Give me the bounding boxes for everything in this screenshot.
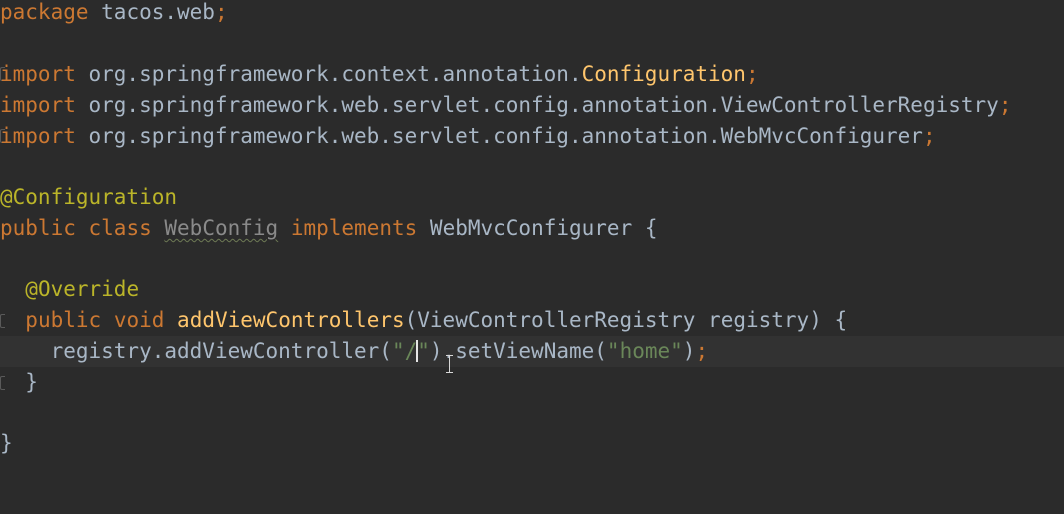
code-line-method-declaration[interactable]: public void addViewControllers(ViewContr…: [0, 305, 1064, 336]
code-line-annotation-override[interactable]: @Override: [0, 274, 1064, 305]
annotation-override: @Override: [25, 277, 140, 301]
body-call-mid: ).setViewName(: [429, 339, 607, 363]
interface-name: WebMvcConfigurer {: [417, 216, 658, 240]
code-editor[interactable]: package tacos.web; import org.springfram…: [0, 0, 1064, 514]
body-call-start: registry.addViewController(: [50, 339, 392, 363]
code-line-annotation-configuration[interactable]: @Configuration: [0, 182, 1064, 213]
view-name-string: "home": [606, 339, 683, 363]
annotation-configuration: @Configuration: [0, 185, 178, 209]
import-class: Configuration: [581, 62, 746, 86]
code-line-package[interactable]: package tacos.web;: [0, 0, 1064, 28]
semicolon: ;: [998, 93, 1012, 117]
method-params: (ViewControllerRegistry registry) {: [404, 308, 848, 332]
semicolon: ;: [922, 124, 936, 148]
keyword-class: class: [88, 216, 152, 240]
keyword-package: package: [0, 0, 89, 24]
path-string-close: ": [417, 339, 430, 363]
code-line-import-1[interactable]: import org.springframework.context.annot…: [0, 59, 1064, 90]
semicolon: ;: [745, 62, 759, 86]
body-call-end: ): [682, 339, 696, 363]
code-line-class-close[interactable]: }: [0, 428, 1064, 459]
import-path: org.springframework.web.servlet.config.a…: [75, 93, 999, 117]
package-name: tacos.web: [88, 0, 215, 24]
code-line-method-body[interactable]: registry.addViewController("/").setViewN…: [0, 336, 1064, 367]
keyword-import: import: [0, 62, 76, 86]
text-cursor-ibeam-icon: [445, 354, 455, 374]
method-name: addViewControllers: [177, 308, 405, 332]
class-name[interactable]: WebConfig: [164, 216, 278, 240]
close-brace: }: [25, 370, 38, 394]
keyword-public: public: [25, 308, 102, 332]
close-brace: }: [0, 431, 13, 455]
semicolon: ;: [695, 339, 709, 363]
code-line-class-declaration[interactable]: public class WebConfig implements WebMvc…: [0, 213, 1064, 244]
keyword-public: public: [0, 216, 76, 240]
code-line-method-close[interactable]: }: [0, 367, 1064, 398]
import-path: org.springframework.web.servlet.config.a…: [75, 124, 923, 148]
import-path: org.springframework.context.annotation.: [75, 62, 582, 86]
keyword-import: import: [0, 93, 76, 117]
semicolon: ;: [214, 0, 228, 24]
code-line-import-2[interactable]: import org.springframework.web.servlet.c…: [0, 90, 1064, 121]
code-line-import-3[interactable]: import org.springframework.web.servlet.c…: [0, 121, 1064, 152]
keyword-import: import: [0, 124, 76, 148]
keyword-void: void: [113, 308, 165, 332]
path-string-open: "/: [391, 339, 418, 363]
keyword-implements: implements: [290, 216, 418, 240]
